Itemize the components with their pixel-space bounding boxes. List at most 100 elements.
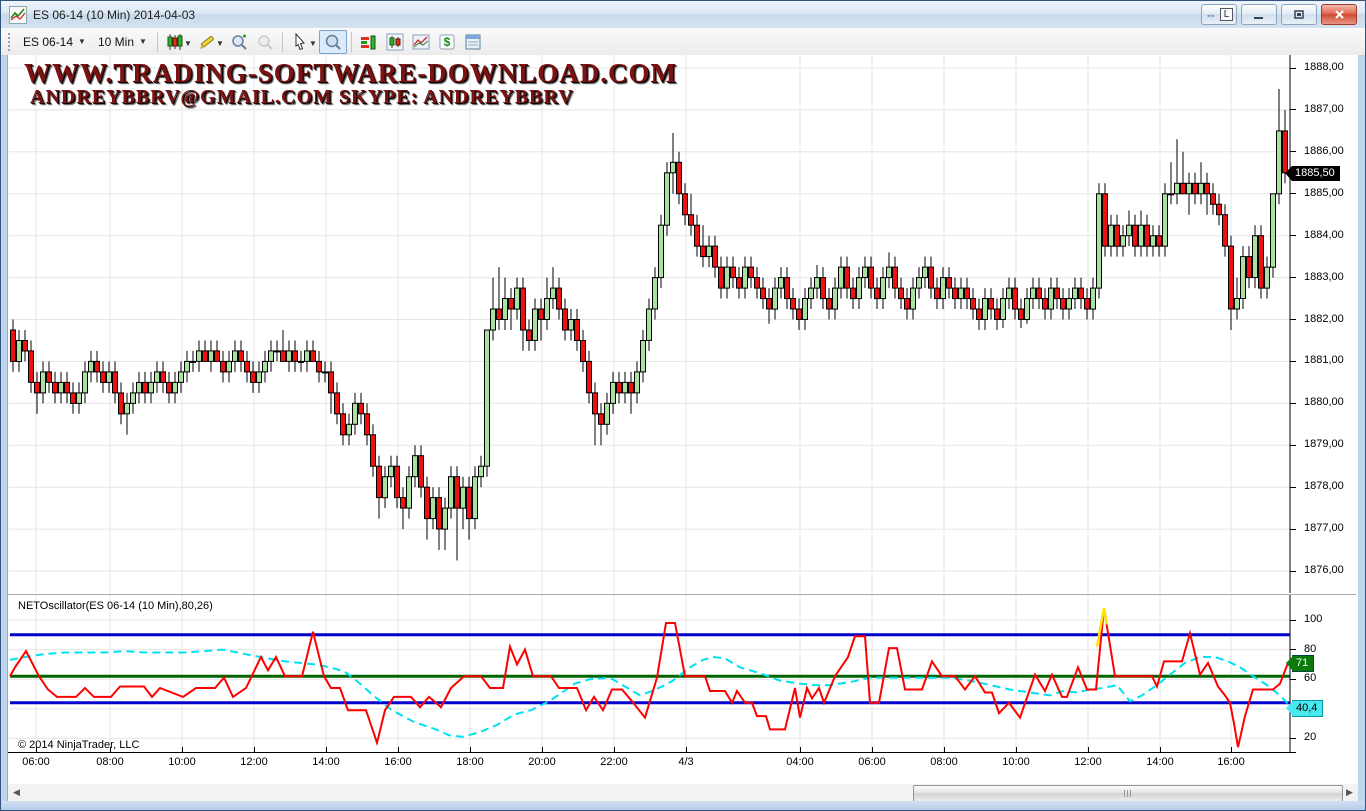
restore-button[interactable] <box>1281 4 1317 25</box>
time-tick <box>254 747 255 752</box>
data-box-icon <box>324 33 342 51</box>
minimize-icon <box>1253 10 1265 20</box>
chevron-down-icon: ▼ <box>216 39 224 48</box>
time-tick <box>944 747 945 752</box>
price-tick-label: 1883,00 <box>1304 271 1344 283</box>
scroll-left-arrow-icon[interactable]: ◀ <box>8 784 25 801</box>
price-tick-label: 1879,00 <box>1304 438 1344 450</box>
chart-window-icon <box>9 6 27 24</box>
mini-chart-button[interactable] <box>408 31 434 53</box>
price-tick-label: 1887,00 <box>1304 103 1344 115</box>
time-tick <box>614 747 615 752</box>
drawing-tools-button[interactable]: ▼ <box>194 31 220 53</box>
oscillator-cyan-line <box>10 650 1292 737</box>
chart-style-icon <box>166 33 184 51</box>
price-panel-chart[interactable] <box>8 55 1358 593</box>
panel-separator[interactable] <box>8 594 1356 595</box>
time-tick-label: 08:00 <box>96 756 124 768</box>
time-tick <box>1088 747 1089 752</box>
price-tick-label: 1882,00 <box>1304 313 1344 325</box>
svg-text:$: $ <box>444 35 451 49</box>
toolbar-grip[interactable] <box>6 33 13 51</box>
scrollbar-thumb[interactable] <box>913 785 1343 802</box>
time-tick-label: 06:00 <box>858 756 886 768</box>
instrument-selector[interactable]: ES 06-14 ▼ <box>17 32 92 52</box>
interval-selector[interactable]: 10 Min ▼ <box>92 32 153 52</box>
ninjatrader-chart-window: { "window": { "title": "ES 06-14 (10 Min… <box>0 0 1366 811</box>
chart-area[interactable]: WWW.TRADING-SOFTWARE-DOWNLOAD.COM ANDREY… <box>8 55 1358 803</box>
scrollbar-grip-icon <box>1124 790 1132 797</box>
chevron-down-icon: ▼ <box>139 37 147 46</box>
time-tick-label: 18:00 <box>456 756 484 768</box>
time-tick <box>36 747 37 752</box>
time-tick-label: 14:00 <box>1146 756 1174 768</box>
time-tick <box>1160 747 1161 752</box>
time-tick <box>542 747 543 752</box>
window-title: ES 06-14 (10 Min) 2014-04-03 <box>33 8 195 22</box>
price-tick-label: 1886,00 <box>1304 145 1344 157</box>
oscillator-panel-chart[interactable] <box>8 595 1358 752</box>
watermark-line2: ANDREYBBRV@GMAIL.COM SKYPE: ANDREYBBRV <box>30 87 677 108</box>
time-tick-label: 08:00 <box>930 756 958 768</box>
close-icon <box>1334 9 1345 20</box>
zoom-in-button[interactable] <box>226 31 252 53</box>
price-tick-label: 1888,00 <box>1304 61 1344 73</box>
chart-trader-icon <box>386 33 404 51</box>
oscillator-red-line <box>10 608 1288 747</box>
time-tick <box>110 747 111 752</box>
time-tick-label: 14:00 <box>312 756 340 768</box>
watermark-line1: WWW.TRADING-SOFTWARE-DOWNLOAD.COM <box>24 59 677 87</box>
time-tick <box>398 747 399 752</box>
time-tick-label: 10:00 <box>168 756 196 768</box>
time-tick <box>800 747 801 752</box>
titlebar[interactable]: ES 06-14 (10 Min) 2014-04-03 ⇔ L <box>1 1 1365 29</box>
oscillator-tick-label: 60 <box>1304 672 1316 684</box>
price-tick <box>1290 319 1296 320</box>
time-tick <box>1231 747 1232 752</box>
zoom-out-button[interactable] <box>252 31 278 53</box>
price-tick <box>1290 361 1296 362</box>
cursor-icon <box>292 33 308 51</box>
price-tick <box>1290 529 1296 530</box>
candles <box>11 89 1288 561</box>
toolbar-separator <box>282 32 283 52</box>
instrument-link-button[interactable]: ⇔ L <box>1201 4 1237 25</box>
market-analyzer-icon <box>360 33 378 51</box>
oscillator-tick <box>1290 679 1296 680</box>
chevron-down-icon: ▼ <box>78 37 86 46</box>
time-tick-label: 12:00 <box>1074 756 1102 768</box>
cursor-button[interactable]: ▼ <box>287 31 313 53</box>
time-tick <box>1016 747 1017 752</box>
last-price-badge: 1885,50 <box>1292 166 1340 181</box>
time-tick-label: 20:00 <box>528 756 556 768</box>
price-tick <box>1290 193 1296 194</box>
market-analyzer-button[interactable] <box>356 31 382 53</box>
scroll-right-arrow-icon[interactable]: ▶ <box>1341 784 1358 801</box>
chart-trader-button[interactable] <box>382 31 408 53</box>
horizontal-scrollbar[interactable]: ◀ ▶ <box>8 784 1358 801</box>
properties-button[interactable] <box>460 31 486 53</box>
time-tick <box>470 747 471 752</box>
chart-style-button[interactable]: ▼ <box>162 31 188 53</box>
close-button[interactable] <box>1321 4 1357 25</box>
chart-left-border <box>7 55 8 803</box>
price-tick <box>1290 68 1296 69</box>
zoom-in-icon <box>230 33 248 51</box>
chevron-down-icon: ▼ <box>184 39 192 48</box>
price-tick-label: 1884,00 <box>1304 229 1344 241</box>
mini-chart-icon <box>412 33 430 51</box>
price-tick-label: 1880,00 <box>1304 396 1344 408</box>
time-tick <box>686 747 687 752</box>
data-box-button[interactable] <box>319 30 347 54</box>
time-tick <box>326 747 327 752</box>
price-tick-label: 1876,00 <box>1304 564 1344 576</box>
time-tick-label: 4/3 <box>678 756 693 768</box>
oscillator-value-badge: 40,4 <box>1292 700 1323 717</box>
restore-icon <box>1293 9 1305 20</box>
oscillator-label: NETOscillator(ES 06-14 (10 Min),80,26) <box>18 600 213 612</box>
minimize-button[interactable] <box>1241 4 1277 25</box>
account-dollar-button[interactable]: $ <box>434 31 460 53</box>
oscillator-tick-label: 20 <box>1304 731 1316 743</box>
time-tick <box>872 747 873 752</box>
link-label: L <box>1220 8 1234 21</box>
